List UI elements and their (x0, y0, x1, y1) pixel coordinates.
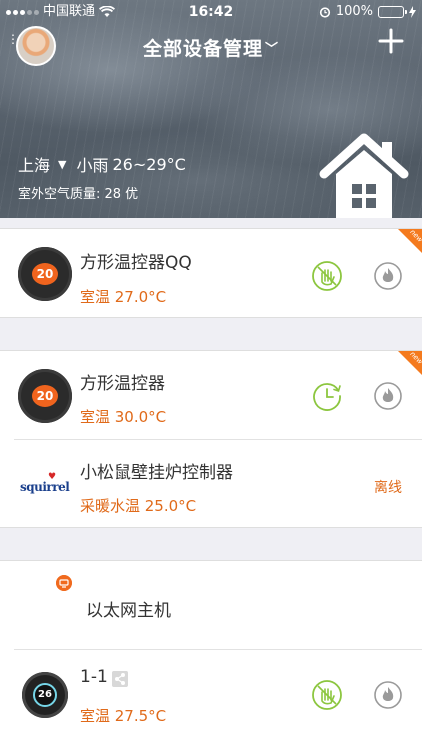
device-temperature: 室温 27.5°C (80, 707, 167, 725)
device-temperature: 采暖水温 25.0°C (80, 497, 197, 515)
status-bar: 中国联通 16:42 100% (0, 0, 422, 24)
thermostat-image: 20 (18, 247, 72, 301)
city-dropdown-icon[interactable]: ▼ (58, 158, 66, 171)
thermostat-image: 20 (18, 369, 72, 423)
share-icon[interactable] (112, 671, 128, 687)
new-badge: new (398, 229, 422, 253)
device-name: 方形温控器 (80, 374, 165, 394)
device-name: 以太网主机 (86, 601, 171, 621)
device-row-1-1[interactable]: 26 1-1 室温 27.5°C (0, 650, 422, 750)
chevron-down-icon: ﹀ (265, 42, 280, 57)
flame-icon[interactable] (373, 680, 403, 710)
title-label: 全部设备管理 (142, 38, 263, 60)
new-badge: new (398, 351, 422, 375)
weather-summary[interactable]: 上海 ▼ 小雨 26~29°C (18, 152, 186, 176)
thermostat-display: 20 (32, 385, 58, 407)
schedule-clock-icon[interactable] (311, 380, 343, 412)
thermostat-display: 26 (33, 683, 57, 707)
page-title[interactable]: 全部设备管理 ﹀ (0, 34, 422, 61)
flame-icon[interactable] (373, 261, 403, 291)
device-row-gateway[interactable]: 以太网主机 (0, 561, 422, 649)
charging-icon (409, 6, 416, 18)
air-quality: 室外空气质量: 28 优 (18, 187, 139, 202)
device-group-2: 20 方形温控器 室温 30.0°C squirrel ♥ 小松鼠壁挂炉控制器 采… (0, 350, 422, 528)
battery-percent: 100% (335, 4, 373, 19)
status-badge: 离线 (374, 480, 402, 496)
hand-stop-icon[interactable] (311, 260, 343, 292)
weather-condition: 小雨 (76, 156, 109, 175)
city-label: 上海 (18, 156, 51, 175)
device-name: 方形温控器QQ (80, 253, 192, 273)
device-temperature: 室温 30.0°C (80, 408, 167, 426)
flame-icon[interactable] (373, 381, 403, 411)
squirrel-logo: squirrel ♥ (20, 472, 70, 494)
temperature-range: 26~29°C (112, 154, 186, 174)
device-group-1: 20 方形温控器QQ 室温 27.0°C new (0, 228, 422, 318)
device-row-boiler[interactable]: squirrel ♥ 小松鼠壁挂炉控制器 采暖水温 25.0°C 离线 (0, 440, 422, 528)
add-device-button[interactable] (378, 28, 404, 54)
device-row-thermostat-qq[interactable]: 20 方形温控器QQ 室温 27.0°C (0, 229, 422, 317)
battery-icon (378, 6, 407, 18)
weather-header: 中国联通 16:42 100% ⋮ 全部设备管理 ﹀ 上海 ▼ 小雨 26~29… (0, 0, 422, 218)
house-icon[interactable] (318, 130, 410, 218)
device-temperature: 室温 27.0°C (80, 288, 167, 306)
device-name: 小松鼠壁挂炉控制器 (80, 463, 233, 483)
thermostat-display: 20 (32, 263, 58, 285)
hand-stop-icon[interactable] (311, 679, 343, 711)
alarm-icon (319, 7, 330, 18)
gateway-icon (56, 575, 72, 591)
thermostat-image: 26 (22, 672, 68, 718)
device-name: 1-1 (80, 667, 108, 687)
device-row-thermostat[interactable]: 20 方形温控器 室温 30.0°C (0, 351, 422, 439)
device-group-3: 以太网主机 26 1-1 室温 27.5°C (0, 560, 422, 750)
